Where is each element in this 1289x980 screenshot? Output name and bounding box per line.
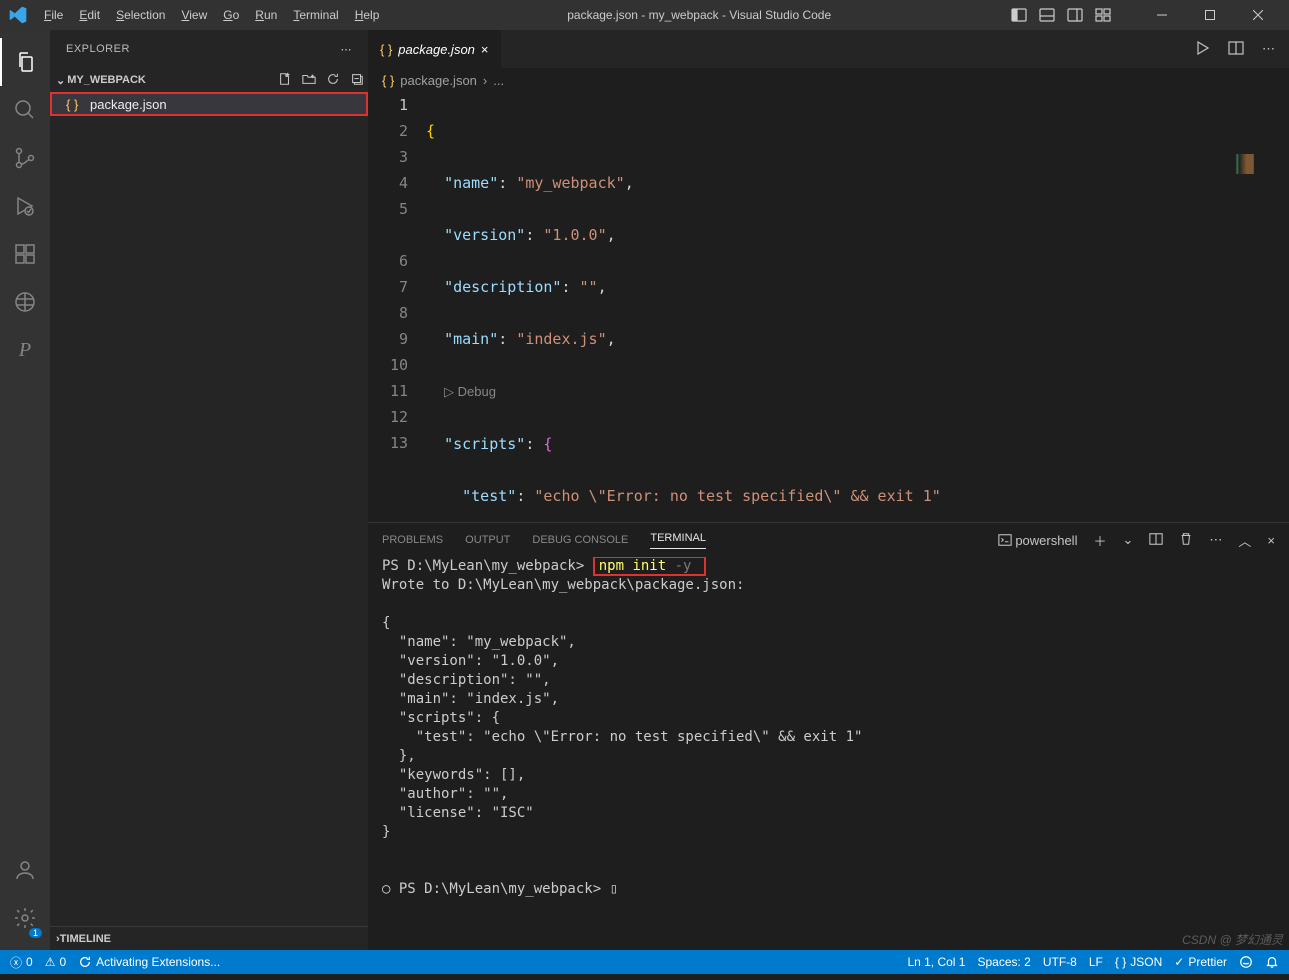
panel-tab-problems[interactable]: PROBLEMS (382, 534, 443, 546)
status-warnings[interactable]: ⚠ 0 (45, 955, 66, 969)
terminal-body[interactable]: PS D:\MyLean\my_webpack> npm init -y Wro… (368, 557, 1289, 950)
more-actions-icon[interactable]: ⋯ (1262, 41, 1275, 57)
panel-tab-terminal[interactable]: TERMINAL (650, 532, 706, 549)
layout-sidebar-right-icon[interactable] (1067, 7, 1083, 23)
minimize-button[interactable] (1139, 1, 1185, 29)
maximize-button[interactable] (1187, 1, 1233, 29)
terminal-prompt2: PS D:\MyLean\my_webpack> (399, 881, 601, 897)
status-activating[interactable]: Activating Extensions... (78, 955, 220, 969)
terminal-prompt: PS D:\MyLean\my_webpack> (382, 558, 584, 574)
new-file-icon[interactable] (278, 72, 292, 89)
new-folder-icon[interactable] (302, 72, 316, 89)
activity-remote[interactable] (0, 278, 50, 326)
file-label: package.json (90, 97, 167, 112)
breadcrumb-separator: › (483, 73, 487, 88)
window-controls (1139, 1, 1281, 29)
terminal-shell-label[interactable]: powershell (998, 533, 1078, 548)
menu-help[interactable]: Help (347, 8, 388, 22)
debug-codelens[interactable]: ▷ Debug (444, 384, 496, 399)
status-encoding[interactable]: UTF-8 (1043, 955, 1077, 969)
activity-bar: P 1 (0, 30, 50, 950)
activity-run-debug[interactable] (0, 182, 50, 230)
layout-panel-icon[interactable] (1039, 7, 1055, 23)
menu-edit[interactable]: Edit (71, 8, 108, 22)
vscode-logo (8, 5, 28, 25)
code-content[interactable]: { "name": "my_webpack", "version": "1.0.… (426, 92, 1289, 522)
editor-area: { } package.json × ⋯ { } package.json › … (368, 30, 1289, 950)
panel: PROBLEMS OUTPUT DEBUG CONSOLE TERMINAL p… (368, 522, 1289, 950)
panel-tab-debug-console[interactable]: DEBUG CONSOLE (532, 534, 628, 546)
explorer-title: EXPLORER (66, 43, 341, 55)
status-prettier[interactable]: ✓ Prettier (1174, 955, 1227, 969)
tab-label: package.json (398, 42, 475, 57)
timeline-label: TIMELINE (60, 933, 111, 945)
activity-explorer[interactable] (0, 38, 50, 86)
close-panel-icon[interactable]: × (1267, 533, 1275, 548)
layout-icons (1011, 7, 1111, 23)
editor-body[interactable]: 1 2 3 4 5 6 7 8 9 10 11 12 13 { "name": … (368, 92, 1289, 522)
terminal-command-flag: -y (666, 558, 691, 574)
panel-tab-output[interactable]: OUTPUT (465, 534, 510, 546)
json-file-icon: { } (380, 42, 392, 57)
new-terminal-icon[interactable]: ＋ (1093, 531, 1106, 550)
terminal-output: Wrote to D:\MyLean\my_webpack\package.js… (382, 577, 862, 840)
folder-section[interactable]: ⌄ MY_WEBPACK (50, 68, 368, 92)
layout-customize-icon[interactable] (1095, 7, 1111, 23)
close-button[interactable] (1235, 1, 1281, 29)
menu-view[interactable]: View (173, 8, 215, 22)
status-indent[interactable]: Spaces: 2 (977, 955, 1030, 969)
terminal-dropdown-icon[interactable]: ⌄ (1122, 532, 1133, 548)
statusbar: ⓧ 0 ⚠ 0 Activating Extensions... Ln 1, C… (0, 950, 1289, 974)
menu-file[interactable]: File (36, 8, 71, 22)
breadcrumb-rest: ... (493, 73, 504, 88)
status-cursor-position[interactable]: Ln 1, Col 1 (907, 955, 965, 969)
status-bell-icon[interactable] (1265, 955, 1279, 969)
gutter: 1 2 3 4 5 6 7 8 9 10 11 12 13 (368, 92, 426, 522)
menu-go[interactable]: Go (215, 8, 247, 22)
terminal-command: npm init (599, 558, 666, 574)
activity-accounts[interactable] (0, 846, 50, 894)
layout-sidebar-left-icon[interactable] (1011, 7, 1027, 23)
folder-name: MY_WEBPACK (67, 74, 278, 86)
explorer-more-icon[interactable]: ⋯ (341, 43, 353, 56)
collapse-all-icon[interactable] (350, 72, 364, 89)
refresh-icon[interactable] (326, 72, 340, 89)
breadcrumb-file: package.json (400, 73, 477, 88)
menu-selection[interactable]: Selection (108, 8, 173, 22)
activity-search[interactable] (0, 86, 50, 134)
menu-run[interactable]: Run (247, 8, 285, 22)
activity-source-control[interactable] (0, 134, 50, 182)
titlebar: File Edit Selection View Go Run Terminal… (0, 0, 1289, 30)
sidebar-header: EXPLORER ⋯ (50, 30, 368, 68)
breadcrumb[interactable]: { } package.json › ... (368, 68, 1289, 92)
split-terminal-icon[interactable] (1149, 532, 1163, 549)
activity-p-icon[interactable]: P (0, 326, 50, 374)
close-tab-icon[interactable]: × (481, 42, 489, 57)
terminal-cursor: ▯ (610, 881, 618, 897)
tab-package-json[interactable]: { } package.json × (368, 30, 501, 68)
panel-more-icon[interactable]: ⋯ (1209, 532, 1222, 548)
activity-extensions[interactable] (0, 230, 50, 278)
json-file-icon: { } (382, 73, 394, 88)
status-language[interactable]: { } JSON (1115, 955, 1162, 969)
run-icon[interactable] (1194, 40, 1210, 59)
chevron-down-icon: ⌄ (56, 74, 65, 87)
window-title: package.json - my_webpack - Visual Studi… (387, 8, 1011, 22)
status-errors[interactable]: ⓧ 0 (10, 954, 33, 971)
tabbar: { } package.json × ⋯ (368, 30, 1289, 68)
panel-tabs: PROBLEMS OUTPUT DEBUG CONSOLE TERMINAL p… (368, 523, 1289, 557)
activity-settings[interactable]: 1 (0, 894, 50, 942)
settings-badge: 1 (29, 928, 42, 938)
split-editor-icon[interactable] (1228, 40, 1244, 59)
menu-terminal[interactable]: Terminal (285, 8, 346, 22)
kill-terminal-icon[interactable] (1179, 532, 1193, 549)
file-package-json[interactable]: { } package.json (50, 92, 368, 116)
maximize-panel-icon[interactable]: ︿ (1238, 531, 1251, 550)
json-file-icon: { } (66, 97, 84, 112)
status-eol[interactable]: LF (1089, 955, 1103, 969)
sidebar: EXPLORER ⋯ ⌄ MY_WEBPACK { } package.json… (50, 30, 368, 950)
status-feedback-icon[interactable] (1239, 955, 1253, 969)
timeline-section[interactable]: › TIMELINE (50, 926, 368, 950)
